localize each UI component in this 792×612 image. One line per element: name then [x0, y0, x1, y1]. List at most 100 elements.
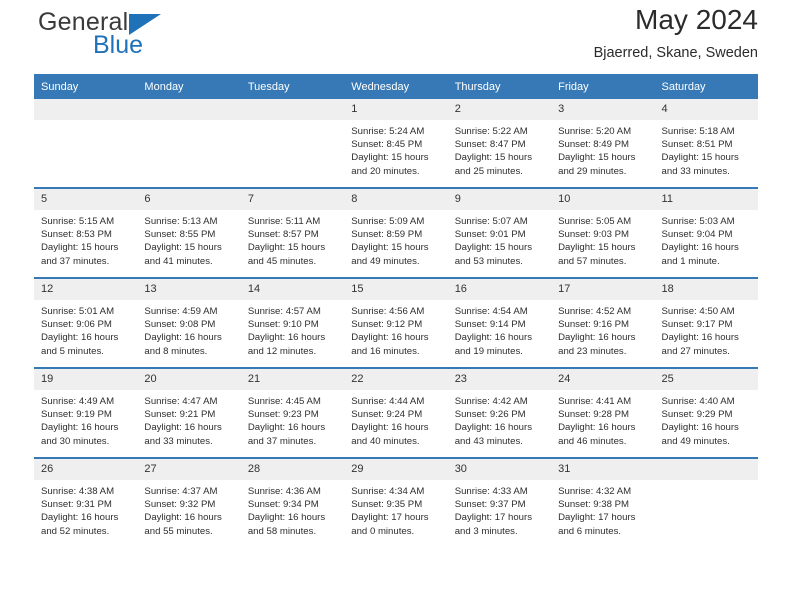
- calendar-day-cell[interactable]: 29 Sunrise: 4:34 AM Sunset: 9:35 PM Dayligh…: [344, 457, 448, 547]
- day-details: Sunrise: 4:57 AM Sunset: 9:10 PM Daylight:…: [241, 300, 344, 358]
- day-number: 31: [551, 459, 655, 480]
- sunrise-time: Sunrise: 4:57 AM: [247, 306, 321, 317]
- daylight-duration-line2: and 33 minutes.: [661, 165, 730, 177]
- sunset-time: Sunset: 9:35 PM: [351, 499, 423, 511]
- sunrise-time: Sunrise: 4:33 AM: [454, 486, 528, 497]
- page-title: May 2024: [635, 4, 758, 35]
- calendar-day-cell[interactable]: 23 Sunrise: 4:42 AM Sunset: 9:26 PM Dayligh…: [447, 367, 552, 458]
- daylight-duration-line2: and 5 minutes.: [41, 345, 104, 357]
- title-block: May 2024 Bjaerred, Skane, Sweden: [594, 4, 758, 61]
- sunrise-time: Sunrise: 4:40 AM: [661, 396, 735, 407]
- sunrise-time: Sunrise: 4:34 AM: [351, 486, 425, 497]
- calendar-day-cell[interactable]: 22 Sunrise: 4:44 AM Sunset: 9:24 PM Dayligh…: [344, 367, 448, 458]
- daylight-duration-line2: and 6 minutes.: [558, 525, 622, 537]
- day-details: Sunrise: 4:32 AM Sunset: 9:38 PM Daylight:…: [551, 480, 654, 538]
- daylight-duration-line1: Daylight: 16 hours: [558, 332, 636, 344]
- day-details: Sunrise: 4:45 AM Sunset: 9:23 PM Daylight:…: [241, 390, 344, 448]
- calendar-day-cell[interactable]: 1 Sunrise: 5:24 AM Sunset: 8:45 PM Daylight…: [344, 99, 448, 188]
- general-blue-logo[interactable]: General Blue: [34, 10, 244, 66]
- day-details: Sunrise: 4:40 AM Sunset: 9:29 PM Daylight:…: [655, 390, 758, 448]
- daylight-duration-line1: Daylight: 15 hours: [41, 242, 119, 254]
- daylight-duration-line1: Daylight: 16 hours: [144, 332, 222, 344]
- day-details: Sunrise: 4:41 AM Sunset: 9:28 PM Daylight:…: [551, 390, 654, 448]
- sunset-time: Sunset: 9:19 PM: [41, 409, 112, 421]
- calendar-day-cell[interactable]: 16 Sunrise: 4:54 AM Sunset: 9:14 PM Dayligh…: [447, 277, 552, 368]
- day-details: Sunrise: 5:13 AM Sunset: 8:55 PM Daylight:…: [137, 210, 240, 268]
- calendar-day-cell[interactable]: 12 Sunrise: 5:01 AM Sunset: 9:06 PM Dayligh…: [34, 277, 138, 368]
- calendar-day-cell[interactable]: 2 Sunrise: 5:22 AM Sunset: 8:47 PM Daylight…: [447, 99, 552, 188]
- sunrise-time: Sunrise: 5:15 AM: [41, 216, 115, 227]
- daylight-duration-line1: Daylight: 17 hours: [558, 512, 636, 524]
- calendar-day-cell[interactable]: 24 Sunrise: 4:41 AM Sunset: 9:28 PM Dayligh…: [551, 367, 655, 458]
- daylight-duration-line1: Daylight: 16 hours: [247, 512, 326, 524]
- calendar-day-cell[interactable]: 10 Sunrise: 5:05 AM Sunset: 9:03 PM Dayligh…: [551, 187, 655, 278]
- calendar-day-cell[interactable]: 27 Sunrise: 4:37 AM Sunset: 9:32 PM Dayligh…: [137, 457, 241, 547]
- calendar-day-cell[interactable]: 18 Sunrise: 4:50 AM Sunset: 9:17 PM Dayligh…: [654, 277, 758, 368]
- daylight-duration-line2: and 58 minutes.: [247, 525, 317, 537]
- sunset-time: Sunset: 9:21 PM: [144, 409, 216, 421]
- calendar-day-cell[interactable]: 28 Sunrise: 4:36 AM Sunset: 9:34 PM Dayligh…: [240, 457, 345, 547]
- day-number: 8: [344, 189, 448, 210]
- calendar-day-cell[interactable]: 30 Sunrise: 4:33 AM Sunset: 9:37 PM Dayligh…: [447, 457, 552, 547]
- day-number: [137, 99, 241, 120]
- day-details: Sunrise: 4:54 AM Sunset: 9:14 PM Daylight:…: [448, 300, 551, 358]
- daylight-duration-line2: and 23 minutes.: [558, 345, 627, 357]
- calendar-day-cell[interactable]: 20 Sunrise: 4:47 AM Sunset: 9:21 PM Dayligh…: [137, 367, 241, 458]
- daylight-duration-line2: and 1 minute.: [661, 255, 720, 267]
- day-number: 18: [654, 279, 758, 300]
- day-number: 28: [240, 459, 345, 480]
- calendar-day-cell[interactable]: 3 Sunrise: 5:20 AM Sunset: 8:49 PM Daylight…: [551, 99, 655, 188]
- sunset-time: Sunset: 9:03 PM: [558, 229, 630, 241]
- calendar-day-cell[interactable]: 7 Sunrise: 5:11 AM Sunset: 8:57 PM Daylight…: [240, 187, 345, 278]
- sunset-time: Sunset: 8:47 PM: [454, 139, 526, 151]
- logo-text-blue: Blue: [93, 31, 144, 59]
- calendar-day-cell[interactable]: 11 Sunrise: 5:03 AM Sunset: 9:04 PM Dayligh…: [654, 187, 758, 278]
- weekday-header-saturday: Saturday: [654, 74, 758, 99]
- calendar-day-cell[interactable]: 5 Sunrise: 5:15 AM Sunset: 8:53 PM Daylight…: [34, 187, 138, 278]
- calendar-day-cell[interactable]: 17 Sunrise: 4:52 AM Sunset: 9:16 PM Dayligh…: [551, 277, 655, 368]
- daylight-duration-line1: Daylight: 16 hours: [661, 242, 739, 254]
- day-number: [654, 459, 758, 480]
- calendar-day-cell[interactable]: 19 Sunrise: 4:49 AM Sunset: 9:19 PM Dayligh…: [34, 367, 138, 458]
- calendar-day-cell[interactable]: 21 Sunrise: 4:45 AM Sunset: 9:23 PM Dayligh…: [240, 367, 345, 458]
- daylight-duration-line1: Daylight: 15 hours: [351, 242, 429, 254]
- day-details: Sunrise: 4:44 AM Sunset: 9:24 PM Daylight:…: [344, 390, 447, 448]
- calendar-day-cell[interactable]: 6 Sunrise: 5:13 AM Sunset: 8:55 PM Daylight…: [137, 187, 241, 278]
- calendar-day-cell[interactable]: 31 Sunrise: 4:32 AM Sunset: 9:38 PM Dayligh…: [551, 457, 655, 547]
- sunrise-time: Sunrise: 5:18 AM: [661, 126, 735, 137]
- calendar-day-cell[interactable]: 9 Sunrise: 5:07 AM Sunset: 9:01 PM Daylight…: [447, 187, 552, 278]
- daylight-duration-line2: and 57 minutes.: [558, 255, 627, 267]
- daylight-duration-line2: and 12 minutes.: [247, 345, 317, 357]
- day-number: 23: [447, 369, 552, 390]
- daylight-duration-line2: and 40 minutes.: [351, 435, 420, 447]
- calendar-day-cell[interactable]: 13 Sunrise: 4:59 AM Sunset: 9:08 PM Dayligh…: [137, 277, 241, 368]
- day-number: 7: [240, 189, 345, 210]
- daylight-duration-line2: and 43 minutes.: [454, 435, 523, 447]
- day-number: 22: [344, 369, 448, 390]
- daylight-duration-line2: and 49 minutes.: [661, 435, 730, 447]
- calendar-day-cell[interactable]: 8 Sunrise: 5:09 AM Sunset: 8:59 PM Daylight…: [344, 187, 448, 278]
- calendar-day-cell[interactable]: 14 Sunrise: 4:57 AM Sunset: 9:10 PM Dayligh…: [240, 277, 345, 368]
- daylight-duration-line1: Daylight: 15 hours: [351, 152, 429, 164]
- daylight-duration-line1: Daylight: 16 hours: [661, 332, 739, 344]
- day-details: Sunrise: 5:24 AM Sunset: 8:45 PM Daylight:…: [344, 120, 447, 178]
- day-number: 12: [34, 279, 138, 300]
- calendar-day-cell[interactable]: 4 Sunrise: 5:18 AM Sunset: 8:51 PM Daylight…: [654, 99, 758, 188]
- daylight-duration-line2: and 49 minutes.: [351, 255, 420, 267]
- calendar-day-cell[interactable]: 26 Sunrise: 4:38 AM Sunset: 9:31 PM Dayligh…: [34, 457, 138, 547]
- day-number: 16: [447, 279, 552, 300]
- sunset-time: Sunset: 9:38 PM: [558, 499, 630, 511]
- calendar-day-cell[interactable]: 25 Sunrise: 4:40 AM Sunset: 9:29 PM Dayligh…: [654, 367, 758, 458]
- day-details: Sunrise: 5:18 AM Sunset: 8:51 PM Daylight:…: [655, 120, 758, 178]
- weekday-header-tuesday: Tuesday: [240, 74, 345, 99]
- daylight-duration-line2: and 46 minutes.: [558, 435, 627, 447]
- daylight-duration-line1: Daylight: 16 hours: [454, 422, 533, 434]
- sunrise-time: Sunrise: 5:20 AM: [558, 126, 632, 137]
- day-details: Sunrise: 4:37 AM Sunset: 9:32 PM Daylight:…: [137, 480, 240, 538]
- calendar-day-cell[interactable]: 15 Sunrise: 4:56 AM Sunset: 9:12 PM Dayligh…: [344, 277, 448, 368]
- sunrise-time: Sunrise: 4:32 AM: [558, 486, 632, 497]
- day-details: Sunrise: 4:47 AM Sunset: 9:21 PM Daylight:…: [137, 390, 240, 448]
- sunset-time: Sunset: 8:55 PM: [144, 229, 216, 241]
- calendar-body: 1 Sunrise: 5:24 AM Sunset: 8:45 PM Daylight…: [34, 99, 758, 547]
- daylight-duration-line1: Daylight: 16 hours: [661, 422, 739, 434]
